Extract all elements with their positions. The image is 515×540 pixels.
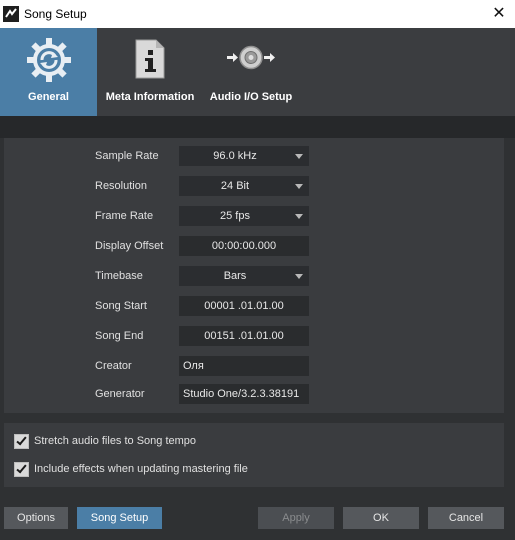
tab-bar: General Meta Information Audio I/O Setup bbox=[0, 28, 515, 116]
creator-row: Creator Оля bbox=[4, 356, 504, 378]
gear-icon bbox=[26, 38, 71, 82]
tab-general[interactable]: General bbox=[0, 28, 97, 116]
song-setup-button[interactable]: Song Setup bbox=[77, 507, 162, 529]
song-settings-panel: Sample Rate 96.0 kHz Resolution 24 Bit F… bbox=[4, 138, 504, 413]
generator-field: Studio One/3.2.3.38191 bbox=[179, 384, 309, 404]
display-offset-row: Display Offset 00:00:00.000 bbox=[4, 236, 504, 258]
ok-button[interactable]: OK bbox=[343, 507, 419, 529]
generator-label: Generator bbox=[95, 388, 145, 400]
creator-label: Creator bbox=[95, 360, 132, 372]
include-effects-label: Include effects when updating mastering … bbox=[34, 463, 248, 475]
checkmark-icon bbox=[16, 462, 27, 474]
sample-rate-value: 96.0 kHz bbox=[213, 150, 257, 162]
chevron-down-icon bbox=[295, 274, 303, 279]
chevron-down-icon bbox=[295, 154, 303, 159]
chevron-down-icon bbox=[295, 214, 303, 219]
title-bar: Song Setup ✕ bbox=[0, 0, 515, 28]
resolution-row: Resolution 24 Bit bbox=[4, 176, 504, 198]
options-panel: Stretch audio files to Song tempo Includ… bbox=[4, 423, 504, 487]
song-start-label: Song Start bbox=[95, 300, 147, 312]
tab-meta-information-label: Meta Information bbox=[105, 91, 195, 103]
frame-rate-label: Frame Rate bbox=[95, 210, 154, 222]
speaker-io-icon bbox=[227, 45, 275, 70]
include-effects-checkbox[interactable] bbox=[14, 462, 29, 477]
creator-field[interactable]: Оля bbox=[179, 356, 309, 376]
timebase-value: Bars bbox=[223, 270, 247, 282]
generator-row: Generator Studio One/3.2.3.38191 bbox=[4, 384, 504, 406]
resolution-select[interactable]: 24 Bit bbox=[179, 176, 309, 196]
tab-content-header bbox=[0, 116, 515, 138]
tab-audio-io-setup-label: Audio I/O Setup bbox=[209, 91, 293, 103]
resolution-value: 24 Bit bbox=[220, 180, 250, 192]
song-setup-dialog: General Meta Information Audio I/O Setup… bbox=[0, 28, 515, 540]
song-end-label: Song End bbox=[95, 330, 144, 342]
apply-button[interactable]: Apply bbox=[258, 507, 334, 529]
sample-rate-row: Sample Rate 96.0 kHz bbox=[4, 146, 504, 168]
sample-rate-select[interactable]: 96.0 kHz bbox=[179, 146, 309, 166]
frame-rate-select[interactable]: 25 fps bbox=[179, 206, 309, 226]
timebase-row: Timebase Bars bbox=[4, 266, 504, 288]
song-end-field[interactable]: 00151 .01.01.00 bbox=[179, 326, 309, 346]
window-title: Song Setup bbox=[24, 7, 87, 21]
song-end-row: Song End 00151 .01.01.00 bbox=[4, 326, 504, 348]
display-offset-label: Display Offset bbox=[95, 240, 164, 252]
sample-rate-label: Sample Rate bbox=[95, 150, 159, 162]
document-info-icon bbox=[135, 39, 165, 79]
song-start-field[interactable]: 00001 .01.01.00 bbox=[179, 296, 309, 316]
studio-one-icon bbox=[3, 6, 19, 22]
stretch-audio-label: Stretch audio files to Song tempo bbox=[34, 435, 197, 447]
resolution-label: Resolution bbox=[95, 180, 147, 192]
cancel-button[interactable]: Cancel bbox=[428, 507, 504, 529]
timebase-label: Timebase bbox=[95, 270, 143, 282]
checkmark-icon bbox=[16, 434, 27, 446]
timebase-select[interactable]: Bars bbox=[179, 266, 309, 286]
chevron-down-icon bbox=[295, 184, 303, 189]
song-start-row: Song Start 00001 .01.01.00 bbox=[4, 296, 504, 318]
tab-meta-information[interactable]: Meta Information bbox=[100, 28, 200, 116]
tab-audio-io-setup[interactable]: Audio I/O Setup bbox=[203, 28, 299, 116]
stretch-audio-checkbox[interactable] bbox=[14, 434, 29, 449]
frame-rate-value: 25 fps bbox=[220, 210, 250, 222]
options-button[interactable]: Options bbox=[4, 507, 68, 529]
close-icon[interactable]: ✕ bbox=[490, 4, 508, 22]
frame-rate-row: Frame Rate 25 fps bbox=[4, 206, 504, 228]
display-offset-field[interactable]: 00:00:00.000 bbox=[179, 236, 309, 256]
tab-general-label: General bbox=[28, 91, 69, 103]
